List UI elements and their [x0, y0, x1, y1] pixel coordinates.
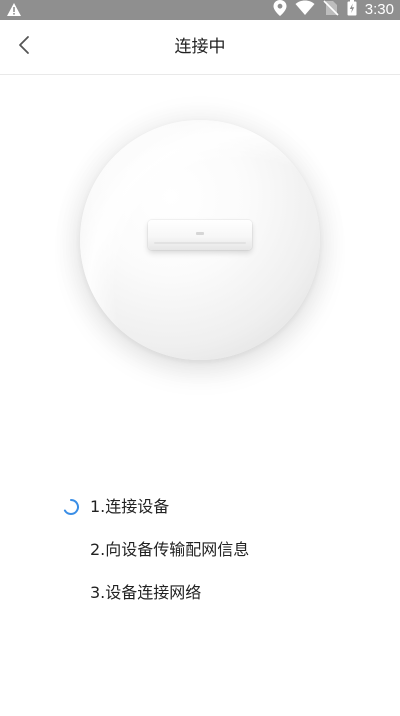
- no-sim-icon: [323, 0, 339, 20]
- air-conditioner-icon: [148, 220, 252, 250]
- wifi-icon: [295, 0, 315, 20]
- loading-spinner-icon: [62, 498, 80, 516]
- warning-icon: [6, 2, 22, 18]
- battery-charging-icon: [347, 0, 357, 20]
- status-bar: 3:30: [0, 0, 400, 20]
- step-transfer-network-info: 2.向设备传输配网信息: [90, 540, 250, 559]
- device-illustration: [60, 100, 340, 380]
- location-icon: [273, 0, 287, 20]
- step-connect-device: 1.连接设备: [90, 497, 170, 516]
- status-time: 3:30: [364, 1, 394, 18]
- page-title: 连接中: [174, 37, 226, 57]
- nav-bar: 连接中: [0, 20, 400, 75]
- ac-logo: [196, 232, 204, 235]
- step-device-connect-network: 3.设备连接网络: [90, 583, 202, 602]
- ac-vent: [154, 242, 246, 244]
